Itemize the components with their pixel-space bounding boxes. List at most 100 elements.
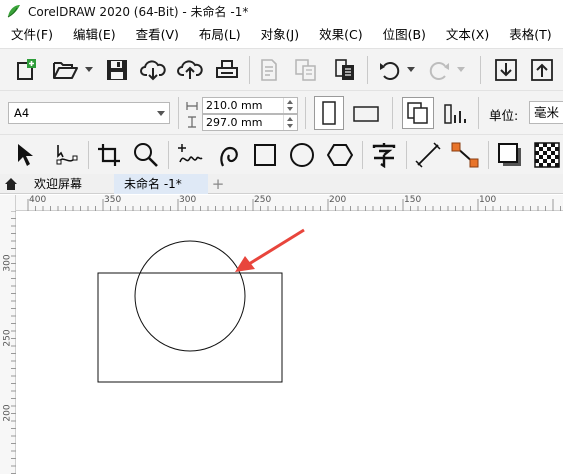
dimension-icon	[415, 142, 441, 168]
toolbar-separator	[305, 97, 306, 129]
toolbar-separator	[367, 56, 368, 84]
menu-edit[interactable]: 编辑(E)	[62, 22, 125, 48]
drawing-canvas[interactable]	[17, 212, 563, 474]
export-arrow-button[interactable]	[529, 57, 555, 83]
connector-tool[interactable]	[448, 139, 482, 171]
ruler-label: 200	[329, 195, 347, 205]
text-icon	[372, 143, 396, 168]
portrait-button[interactable]	[314, 96, 344, 130]
ruler-label: 250	[254, 195, 272, 205]
menu-text[interactable]: 文本(X)	[435, 22, 498, 48]
cloud-upload-button[interactable]	[176, 57, 204, 83]
print-button[interactable]	[213, 57, 241, 83]
width-spinner[interactable]	[283, 98, 297, 113]
shape-tool[interactable]	[50, 139, 82, 171]
home-icon	[5, 178, 17, 190]
plus-icon: +	[211, 175, 225, 193]
save-icon	[107, 60, 127, 80]
drop-shadow-tool[interactable]	[494, 139, 526, 171]
undo-icon	[380, 62, 400, 80]
vertical-ruler[interactable]: 300 250 200	[0, 195, 16, 474]
page-size-value: A4	[14, 106, 30, 120]
page-height-field[interactable]: 297.0 mm	[202, 114, 298, 131]
cloud-download-button[interactable]	[139, 57, 167, 83]
menu-bitmaps[interactable]: 位图(B)	[372, 22, 435, 48]
pointer-icon	[18, 144, 33, 166]
artistic-media-icon	[220, 146, 238, 167]
toolbar-separator	[88, 141, 89, 169]
all-pages-icon	[407, 102, 428, 124]
horizontal-ruler[interactable]: 400 350 300 250 200 150 100	[16, 195, 563, 211]
redo-dropdown[interactable]	[456, 57, 466, 83]
publish-button[interactable]	[331, 57, 359, 83]
add-tab-button[interactable]: +	[208, 174, 228, 194]
folder-open-icon	[53, 62, 78, 79]
open-button[interactable]	[50, 57, 82, 83]
tab-document-label: 未命名 -1*	[124, 177, 182, 191]
ruler-label: 250	[2, 329, 13, 347]
shape-edit-icon	[56, 145, 78, 165]
menu-file[interactable]: 文件(F)	[0, 22, 62, 48]
open-dropdown[interactable]	[84, 57, 94, 83]
window-title: CorelDRAW 2020 (64-Bit) - 未命名 -1*	[28, 4, 249, 19]
ruler-label: 200	[2, 404, 13, 422]
page-height-value: 297.0 mm	[206, 116, 263, 129]
current-page-button[interactable]	[440, 99, 470, 127]
redo-button[interactable]	[425, 57, 453, 83]
ellipse-tool[interactable]	[286, 139, 318, 171]
tab-document[interactable]: 未命名 -1*	[114, 174, 208, 194]
import-icon	[261, 59, 277, 81]
import-arrow-button[interactable]	[493, 57, 519, 83]
crop-tool[interactable]	[94, 139, 124, 171]
toolbar-separator	[362, 141, 363, 169]
chevron-down-icon	[157, 111, 165, 116]
save-button[interactable]	[103, 57, 131, 83]
import-arrow-icon	[495, 59, 517, 81]
crop-icon	[98, 144, 120, 166]
all-pages-button[interactable]	[402, 97, 434, 129]
height-spinner[interactable]	[283, 115, 297, 130]
transparency-icon	[534, 142, 560, 168]
ruler-label: 400	[29, 195, 47, 205]
toolbar-separator	[406, 141, 407, 169]
export-button[interactable]	[292, 57, 320, 83]
page-width-field[interactable]: 210.0 mm	[202, 97, 298, 114]
undo-dropdown[interactable]	[406, 57, 416, 83]
page-size-select[interactable]: A4	[8, 102, 170, 124]
zoom-tool[interactable]	[130, 139, 162, 171]
toolbar-separator	[392, 97, 393, 129]
tab-welcome[interactable]: 欢迎屏幕	[0, 174, 112, 194]
undo-button[interactable]	[376, 57, 404, 83]
artistic-media-tool[interactable]	[214, 139, 246, 171]
coreldraw-window: CorelDRAW 2020 (64-Bit) - 未命名 -1* 文件(F) …	[0, 0, 563, 474]
menu-layout[interactable]: 布局(L)	[188, 22, 250, 48]
cloud-upload-icon	[177, 60, 203, 79]
chevron-down-icon	[85, 67, 93, 72]
rectangle-tool[interactable]	[250, 139, 280, 171]
page-width-value: 210.0 mm	[206, 99, 263, 112]
chevron-down-icon	[457, 67, 465, 72]
transparency-tool[interactable]	[532, 139, 562, 171]
freehand-tool[interactable]	[174, 139, 206, 171]
new-document-button[interactable]	[12, 57, 40, 83]
dimension-tool[interactable]	[412, 139, 444, 171]
rectangle-shape[interactable]	[97, 272, 283, 383]
menu-view[interactable]: 查看(V)	[125, 22, 188, 48]
toolbar-separator	[178, 97, 179, 129]
menu-object[interactable]: 对象(J)	[250, 22, 308, 48]
landscape-button[interactable]	[350, 101, 382, 127]
menu-effects[interactable]: 效果(C)	[308, 22, 371, 48]
circle-shape[interactable]	[134, 240, 246, 352]
ellipse-icon	[290, 143, 314, 167]
current-page-icon	[444, 104, 466, 124]
import-button[interactable]	[256, 57, 282, 83]
ruler-label: 100	[479, 195, 497, 205]
unit-select[interactable]: 毫米	[529, 101, 563, 124]
toolbar-separator	[488, 141, 489, 169]
pick-tool[interactable]	[10, 139, 40, 171]
polygon-tool[interactable]	[324, 139, 356, 171]
print-icon	[216, 60, 238, 78]
menu-table[interactable]: 表格(T)	[498, 22, 560, 48]
text-tool[interactable]	[368, 139, 400, 171]
connector-icon	[451, 142, 479, 168]
